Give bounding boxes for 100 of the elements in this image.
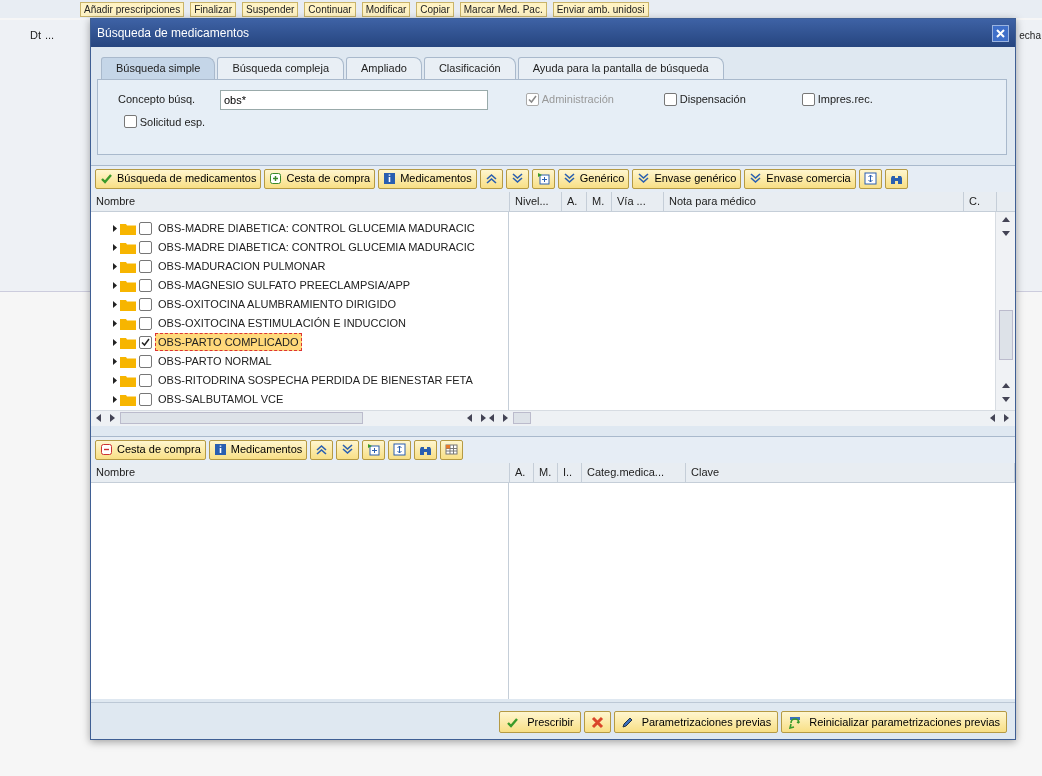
background-toolbar-button[interactable]: Finalizar	[190, 1, 236, 17]
tree-item-label[interactable]: OBS-OXITOCINA ESTIMULACIÓN E INDUCCION	[155, 313, 409, 333]
tab[interactable]: Búsqueda compleja	[217, 57, 344, 79]
field-label: Concepto búsq.	[118, 92, 197, 108]
toolbar-button[interactable]: Cesta de compra	[95, 439, 206, 460]
check-icon	[100, 172, 113, 185]
tree-item-label[interactable]: OBS-MAGNESIO SULFATO PREECLAMPSIA/APP	[155, 275, 414, 295]
background-toolbar-button[interactable]: Copiar	[416, 1, 454, 17]
checkbox[interactable]	[139, 278, 152, 292]
background-toolbar-button[interactable]: Continuar	[304, 1, 356, 17]
expand-caret-icon[interactable]	[113, 224, 117, 232]
search-field[interactable]: obs*	[220, 89, 488, 110]
checkbox[interactable]	[139, 259, 152, 273]
checkbox[interactable]	[139, 240, 152, 254]
scroll-arrows-icon[interactable]	[466, 414, 510, 422]
toolbar-button[interactable]: Cesta de compra	[264, 168, 376, 189]
checkbox-label: Impres.rec.	[817, 92, 873, 108]
double-chevron-down-icon	[562, 172, 576, 185]
icon-button[interactable]	[414, 439, 438, 460]
icon-button[interactable]	[440, 439, 464, 460]
close-icon	[996, 28, 1005, 38]
folder-icon	[120, 354, 136, 368]
expand-caret-icon[interactable]	[113, 395, 117, 403]
checkbox[interactable]	[139, 221, 152, 235]
toolbar-button[interactable]: Envase comercia	[744, 168, 856, 189]
scroll-thumb[interactable]	[998, 309, 1013, 360]
column-height-icon	[393, 443, 407, 456]
window-title: Búsqueda de medicamentos	[97, 25, 250, 42]
expand-caret-icon[interactable]	[113, 281, 117, 289]
background-toolbar-button[interactable]: Añadir prescripciones	[80, 1, 185, 17]
expand-caret-icon[interactable]	[113, 338, 117, 346]
toolbar-button[interactable]: Medicamentos	[208, 439, 308, 460]
checkbox[interactable]	[139, 297, 152, 311]
toolbar-button[interactable]: Genérico	[557, 168, 630, 189]
tree-item-label[interactable]: OBS-SALBUTAMOL VCE	[155, 389, 287, 409]
background-text: ...	[45, 28, 55, 43]
scroll-thumb[interactable]	[120, 412, 363, 424]
toolbar-button[interactable]: Búsqueda de medicamentos	[95, 168, 262, 189]
checkbox[interactable]	[124, 115, 137, 129]
tab[interactable]: Búsqueda simple	[101, 57, 216, 79]
checkbox[interactable]	[139, 316, 152, 330]
column-header-text: echa	[1019, 29, 1041, 43]
icon-button[interactable]	[479, 168, 503, 189]
scroll-arrows-icon[interactable]	[989, 414, 1011, 422]
checkbox[interactable]	[139, 354, 152, 368]
toolbar-button[interactable]: Prescribir	[499, 711, 581, 733]
checkbox[interactable]	[139, 373, 152, 387]
column-header: Nombre	[91, 462, 510, 482]
close-button[interactable]	[992, 24, 1009, 42]
icon-button[interactable]	[336, 439, 360, 460]
icon-button[interactable]	[531, 168, 555, 189]
background-toolbar-button[interactable]: Suspender	[241, 1, 299, 17]
tree-item-label[interactable]: OBS-MADURACION PULMONAR	[155, 256, 329, 276]
tree-item-label[interactable]: OBS-OXITOCINA ALUMBRAMIENTO DIRIGIDO	[155, 294, 399, 314]
icon-button[interactable]	[858, 168, 882, 189]
toolbar-button[interactable]: Parametrizaciones previas	[613, 711, 779, 733]
expand-caret-icon[interactable]	[113, 319, 117, 327]
toolbar-button[interactable]: Reinicializar parametrizaciones previas	[781, 711, 1007, 733]
icon-button[interactable]	[310, 439, 334, 460]
toolbar-button[interactable]: Envase genérico	[632, 168, 742, 189]
tree-item-label[interactable]: OBS-MADRE DIABETICA: CONTROL GLUCEMIA MADURACIC	[155, 237, 478, 257]
expand-caret-icon[interactable]	[113, 243, 117, 251]
expand-caret-icon[interactable]	[113, 376, 117, 384]
tree-item-label[interactable]: OBS-PARTO NORMAL	[155, 351, 275, 371]
minus-icon	[100, 443, 113, 456]
column-header: Categ.medica...	[582, 462, 686, 482]
checkbox[interactable]	[664, 93, 677, 106]
info-icon	[213, 443, 227, 456]
tab[interactable]: Clasificación	[423, 57, 516, 79]
folder-icon	[120, 240, 136, 254]
expand-caret-icon[interactable]	[113, 262, 117, 270]
icon-button[interactable]	[583, 711, 611, 733]
icon-button[interactable]	[362, 439, 386, 460]
checkbox[interactable]	[139, 392, 152, 406]
background-toolbar-button[interactable]: Modificar	[361, 1, 411, 17]
tree-item-label[interactable]: OBS-PARTO COMPLICADO	[155, 332, 302, 352]
expand-caret-icon[interactable]	[113, 300, 117, 308]
icon-button[interactable]	[505, 168, 529, 189]
checkbox[interactable]	[139, 335, 152, 349]
tree-item-label[interactable]: OBS-MADRE DIABETICA: CONTROL GLUCEMIA MADURACIC	[155, 218, 478, 238]
tab[interactable]: Ayuda para la pantalla de búsqueda	[517, 57, 724, 79]
double-chevron-down-icon	[341, 443, 355, 456]
background-toolbar-button[interactable]: Enviar amb. unidosi	[552, 1, 649, 17]
scroll-thumb[interactable]	[513, 412, 531, 424]
grid-icon	[445, 443, 459, 456]
tree-item-label[interactable]: OBS-RITODRINA SOSPECHA PERDIDA DE BIENESTAR FETA	[155, 370, 476, 390]
column-header: Nivel...	[510, 191, 562, 211]
icon-button[interactable]	[884, 168, 908, 189]
tab[interactable]: Ampliado	[346, 57, 422, 79]
folder-icon	[120, 278, 136, 292]
column-header: A.	[562, 191, 587, 211]
expand-caret-icon[interactable]	[113, 357, 117, 365]
vertical-scrollbar[interactable]	[995, 211, 1015, 410]
column-header: M.	[587, 191, 612, 211]
icon-button[interactable]	[388, 439, 412, 460]
checkbox[interactable]	[802, 93, 815, 106]
scroll-arrows-icon[interactable]	[95, 414, 117, 422]
toolbar-button[interactable]: Medicamentos	[378, 168, 477, 189]
background-toolbar-button[interactable]: Marcar Med. Pac.	[459, 1, 547, 17]
column-header: Vía ...	[612, 191, 664, 211]
